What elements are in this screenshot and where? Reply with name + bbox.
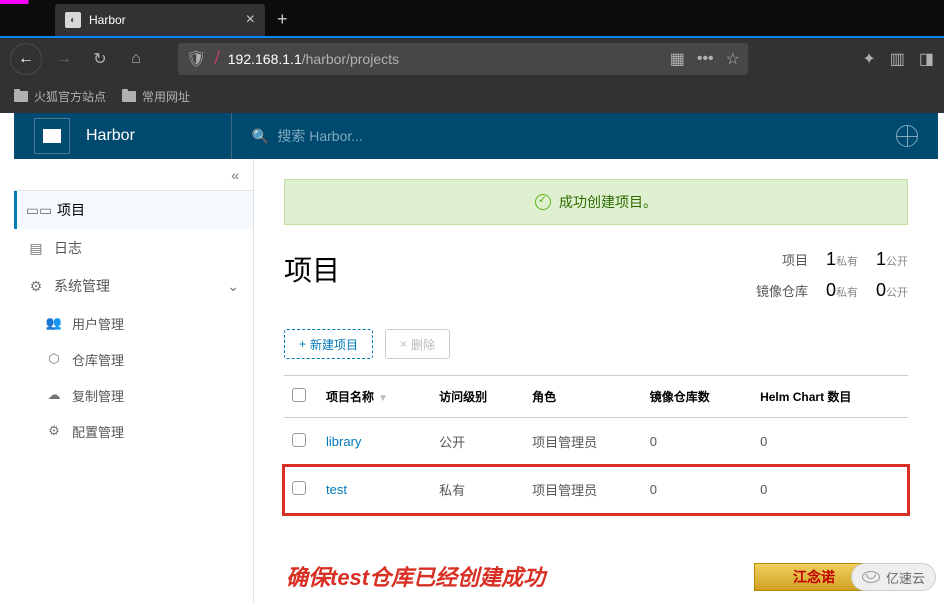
close-icon[interactable]: ×: [246, 11, 255, 29]
col-access[interactable]: 访问级别: [431, 376, 524, 418]
browser-tab[interactable]: ◐ Harbor ×: [55, 4, 265, 36]
sidebar-item-label: 日志: [54, 238, 82, 258]
nav-bar: ← → ↻ ⌂ 🛡 ⧸ 192.168.1.1/harbor/projects …: [0, 36, 944, 80]
url-bar[interactable]: 🛡 ⧸ 192.168.1.1/harbor/projects ▦ ••• ☆: [178, 43, 748, 75]
sidebar: « ▭▭ 项目 ▤ 日志 ⚙ 系统管理 ⌄ 👥用户管理 ⬡仓库管理 ☁复制管理 …: [14, 159, 254, 603]
sidebar-item-label: 配置管理: [72, 422, 124, 441]
sidebar-item-label: 项目: [57, 200, 85, 220]
projects-table: 项目名称▼ 访问级别 角色 镜像仓库数 Helm Chart 数目 librar…: [284, 375, 908, 514]
plus-icon: +: [299, 337, 306, 351]
check-circle-icon: [535, 194, 551, 210]
sort-icon: ▼: [378, 393, 388, 404]
table-row[interactable]: library 公开 项目管理员 0 0: [284, 418, 908, 466]
app-title: Harbor: [86, 127, 135, 145]
sidebar-sub-config[interactable]: ⚙ 配置管理: [14, 413, 253, 449]
delete-button: ×删除: [385, 329, 450, 359]
extensions-icon[interactable]: ✦: [862, 49, 875, 69]
col-repos[interactable]: 镜像仓库数: [642, 376, 752, 418]
reload-button[interactable]: ↻: [86, 45, 114, 73]
stats: 项目 1私有 1公开 镜像仓库 0私有 0公开: [756, 249, 908, 311]
gear-icon: ⚙: [46, 423, 62, 439]
search-bar[interactable]: 🔍 搜索 Harbor...: [231, 113, 880, 159]
forward-button[interactable]: →: [50, 45, 78, 73]
page-title: 项目: [284, 249, 340, 289]
row-checkbox[interactable]: [292, 433, 306, 447]
watermark: 亿速云: [851, 563, 936, 591]
stat-value: 1: [826, 249, 836, 269]
globe-icon[interactable]: [896, 125, 918, 147]
row-checkbox[interactable]: [292, 481, 306, 495]
app-header: Harbor 🔍 搜索 Harbor...: [14, 113, 938, 159]
sidebar-item-admin[interactable]: ⚙ 系统管理 ⌄: [14, 267, 253, 305]
project-link[interactable]: library: [326, 434, 361, 449]
annotation-text: 确保test仓库已经创建成功: [286, 560, 545, 592]
users-icon: 👥: [46, 315, 62, 331]
search-placeholder: 搜索 Harbor...: [277, 126, 363, 146]
stat-label: 项目: [782, 250, 808, 269]
sidebar-sub-repo[interactable]: ⬡ 仓库管理: [14, 341, 253, 377]
new-tab-button[interactable]: +: [265, 3, 300, 36]
success-alert: 成功创建项目。: [284, 179, 908, 225]
x-icon: ×: [400, 337, 407, 351]
sidebar-item-projects[interactable]: ▭▭ 项目: [14, 191, 253, 229]
url-text: 192.168.1.1/harbor/projects: [228, 51, 662, 67]
stat-value: 0: [826, 280, 836, 300]
bookmark-folder[interactable]: 常用网址: [122, 88, 190, 105]
sidebar-icon[interactable]: ◨: [919, 49, 934, 69]
sidebar-item-label: 仓库管理: [72, 350, 124, 369]
stat-value: 1: [876, 249, 886, 269]
qr-icon[interactable]: ▦: [670, 49, 685, 69]
bookmark-bar: 火狐官方站点 常用网址: [0, 80, 944, 113]
tab-favicon: ◐: [65, 12, 81, 28]
back-button[interactable]: ←: [10, 43, 42, 75]
admin-icon: ⚙: [28, 278, 44, 294]
sidebar-sub-users[interactable]: 👥 用户管理: [14, 305, 253, 341]
library-icon[interactable]: ▥: [890, 49, 905, 69]
bookmark-folder[interactable]: 火狐官方站点: [14, 88, 106, 105]
sidebar-collapse[interactable]: «: [14, 159, 253, 191]
insecure-icon: ⧸: [214, 50, 219, 68]
repo-icon: ⬡: [46, 351, 62, 367]
sidebar-item-label: 复制管理: [72, 386, 124, 405]
search-icon: 🔍: [252, 128, 269, 145]
bookmark-star-icon[interactable]: ☆: [726, 49, 740, 69]
folder-icon: [122, 91, 136, 102]
projects-icon: ▭▭: [31, 202, 47, 218]
alert-text: 成功创建项目。: [559, 192, 657, 212]
project-link[interactable]: test: [326, 482, 347, 497]
content: 成功创建项目。 项目 项目 1私有 1公开 镜像仓库 0私有 0公开 +新建项目…: [254, 159, 938, 603]
select-all-checkbox[interactable]: [292, 388, 306, 402]
col-name[interactable]: 项目名称▼: [318, 376, 431, 418]
replicate-icon: ☁: [46, 387, 62, 403]
chevron-down-icon: ⌄: [227, 278, 239, 295]
tab-strip: ◐ Harbor × +: [0, 0, 944, 36]
stat-value: 0: [876, 280, 886, 300]
folder-icon: [14, 91, 28, 102]
col-role[interactable]: 角色: [524, 376, 642, 418]
sidebar-item-label: 系统管理: [54, 276, 110, 296]
stat-label: 镜像仓库: [756, 281, 808, 300]
logs-icon: ▤: [28, 240, 44, 256]
sidebar-sub-replicate[interactable]: ☁ 复制管理: [14, 377, 253, 413]
page-actions-icon[interactable]: •••: [697, 50, 714, 68]
col-charts[interactable]: Helm Chart 数目: [752, 376, 908, 418]
table-row-highlighted[interactable]: test 私有 项目管理员 0 0: [284, 466, 908, 514]
browser-chrome: ◐ Harbor × + ← → ↻ ⌂ 🛡 ⧸ 192.168.1.1/har…: [0, 0, 944, 113]
tab-title: Harbor: [89, 13, 246, 27]
new-project-button[interactable]: +新建项目: [284, 329, 373, 359]
sidebar-item-label: 用户管理: [72, 314, 124, 333]
shield-icon: 🛡: [186, 49, 206, 69]
sidebar-item-logs[interactable]: ▤ 日志: [14, 229, 253, 267]
home-button[interactable]: ⌂: [122, 45, 150, 73]
cloud-icon: [862, 571, 880, 583]
app-logo[interactable]: [34, 118, 70, 154]
chevron-double-left-icon: «: [231, 167, 239, 183]
